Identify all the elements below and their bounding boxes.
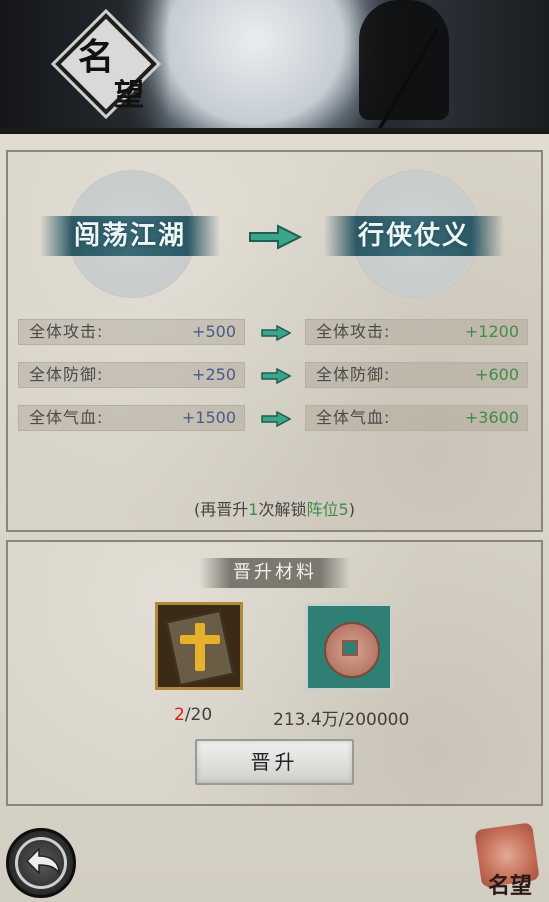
title-char-2: 望 — [114, 78, 144, 113]
next-rank-label: 行侠仗义 — [324, 216, 504, 256]
stat-next-attack: 全体攻击: +1200 — [305, 319, 528, 345]
corner-label: 名望 — [488, 873, 533, 899]
stat-next-hp: 全体气血: +3600 — [305, 405, 528, 431]
warrior-silhouette — [359, 0, 449, 120]
promote-button[interactable]: 晋升 — [195, 739, 354, 785]
coin-item-count: 213.4万/200000 — [273, 710, 410, 730]
back-button[interactable] — [6, 828, 76, 898]
stat-value: +3600 — [464, 408, 519, 427]
back-arrow-icon — [25, 847, 60, 876]
stat-label: 全体攻击: — [316, 322, 391, 341]
unlock-hint: (再晋升1次解锁阵位5) — [194, 500, 355, 519]
materials-title: 晋升材料 — [200, 558, 350, 588]
stat-label: 全体气血: — [316, 408, 391, 427]
arrow-right-icon — [261, 368, 291, 384]
stat-value: +1200 — [464, 322, 519, 341]
stat-current-attack: 全体攻击: +500 — [18, 319, 245, 345]
stat-label: 全体攻击: — [29, 322, 104, 341]
stat-value: +500 — [192, 322, 236, 341]
reputation-corner-icon[interactable]: 名望 — [468, 818, 546, 900]
book-item-count: 2/20 — [174, 705, 213, 725]
title-char-1: 名 — [78, 36, 115, 78]
book-item-slot[interactable] — [155, 602, 243, 690]
stat-value: +1500 — [181, 408, 236, 427]
current-rank-label: 闯荡江湖 — [40, 216, 220, 256]
stat-current-defense: 全体防御: +250 — [18, 362, 245, 388]
arrow-right-icon — [261, 411, 291, 427]
stat-label: 全体防御: — [29, 365, 104, 384]
stat-value: +600 — [475, 365, 519, 384]
stat-label: 全体气血: — [29, 408, 104, 427]
upgrade-arrow-icon — [249, 224, 302, 250]
stat-current-hp: 全体气血: +1500 — [18, 405, 245, 431]
stat-next-defense: 全体防御: +600 — [305, 362, 528, 388]
title-badge: 名 望 — [55, 13, 157, 115]
stat-label: 全体防御: — [316, 365, 391, 384]
stat-value: +250 — [192, 365, 236, 384]
coin-item-slot[interactable] — [305, 603, 393, 691]
arrow-right-icon — [261, 325, 291, 341]
